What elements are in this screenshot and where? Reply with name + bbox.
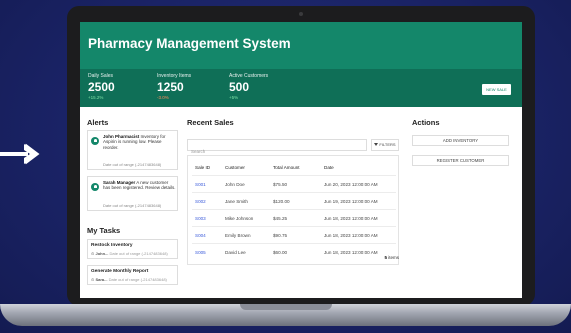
stat-change: -3.0% [157,95,169,100]
sale-amount: $60.00 [273,250,288,255]
app-screen: Pharmacy Management System Daily Sales 2… [80,22,522,298]
stat-label: Inventory Items [157,73,192,79]
tasks-title: My Tasks [87,226,121,235]
add-inventory-button[interactable]: ADD INVENTORY [412,135,509,146]
sale-date: Jun 18, 2023 12:00:00 AM [324,233,378,238]
alert-card[interactable]: Sarah Manager A new customer has been re… [87,176,178,211]
task-date: Date out of range (-2147483648) [108,277,167,282]
row-divider [192,175,396,176]
stat-inventory-items: Inventory Items 1250 -3.0% [157,73,191,100]
filters-button[interactable]: FILTERS [371,139,399,151]
alert-date: Date out of range (-2147483648) [103,162,162,167]
stat-value: 2500 [88,80,115,94]
row-divider [192,209,396,210]
stat-change: +5% [229,95,239,100]
column-header[interactable]: Sale ID [195,165,210,170]
sale-customer: Emily Brown [225,233,251,238]
filter-icon [374,143,379,147]
task-title: Generate Monthly Report [91,269,149,274]
stat-change: +15.2% [88,95,104,100]
row-divider [192,192,396,193]
arrow-right-icon [0,143,40,165]
stat-label: Active Customers [229,73,269,79]
register-customer-button[interactable]: REGISTER CUSTOMER [412,155,509,166]
sales-table: Sale ID Customer Total Amount Date S001 … [187,155,399,265]
sale-customer: John Doe [225,182,245,187]
sale-date: Jun 19, 2023 12:00:00 AM [324,199,378,204]
sale-customer: Mike Johnson [225,216,254,221]
sale-date: Jun 18, 2023 12:00:00 AM [324,216,378,221]
alert-author: Sarah Manager [103,180,136,185]
sale-customer: David Lee [225,250,246,255]
sale-amount: $45.25 [273,216,288,221]
sale-id-link[interactable]: S002 [195,199,206,204]
sale-id-link[interactable]: S004 [195,233,206,238]
sale-id-link[interactable]: S005 [195,250,206,255]
items-count-label: items [388,255,399,260]
task-card[interactable]: Generate Monthly Report ⊙ Sara... Date o… [87,265,178,285]
alert-text: John Pharmacist Inventory for Aspirin is… [103,134,176,150]
stat-active-customers: Active Customers 500 +5% [229,73,268,100]
sale-customer: Jane Smith [225,199,248,204]
sale-amount: $75.50 [273,182,288,187]
sale-date: Jun 20, 2023 12:00:00 AM [324,182,378,187]
laptop-base [0,304,571,326]
new-sale-button[interactable]: NEW SALE [482,84,511,95]
bell-icon [91,137,99,145]
app-title: Pharmacy Management System [88,36,291,51]
sale-id-link[interactable]: S003 [195,216,206,221]
recent-sales-title: Recent Sales [187,118,234,127]
actions-title: Actions [412,118,440,127]
stats-bar: Daily Sales 2500 +15.2% Inventory Items … [80,69,522,107]
task-assignee: John... [95,251,109,256]
column-header[interactable]: Customer [225,165,245,170]
column-header[interactable]: Date [324,165,334,170]
task-card[interactable]: Restock Inventory ⊙ John... Date out of … [87,239,178,259]
app-header: Pharmacy Management System [80,22,522,69]
task-meta: ⊙ John... Date out of range (-2147483648… [91,251,168,256]
task-title: Restock Inventory [91,243,133,248]
alerts-title: Alerts [87,118,109,127]
stat-value: 1250 [157,80,184,94]
alert-card[interactable]: John Pharmacist Inventory for Aspirin is… [87,130,178,170]
row-divider [192,243,396,244]
sale-id-link[interactable]: S001 [195,182,206,187]
bell-icon [91,183,99,191]
row-divider [192,226,396,227]
items-count-number: 5 [384,255,387,260]
stat-daily-sales: Daily Sales 2500 +15.2% [88,73,115,100]
search-box [187,139,367,157]
task-date: Date out of range (-2147483648) [109,251,168,256]
column-header[interactable]: Total Amount [273,165,300,170]
stat-label: Daily Sales [88,73,114,79]
task-assignee: Sara... [95,277,108,282]
task-meta: ⊙ Sara... Date out of range (-2147483648… [91,277,167,282]
sale-date: Jun 18, 2023 12:00:00 AM [324,250,378,255]
sale-amount: $120.00 [273,199,290,204]
sale-amount: $90.75 [273,233,288,238]
stat-value: 500 [229,80,250,94]
items-count: 5 items [384,255,399,260]
alert-date: Date out of range (-2147483648) [103,203,162,208]
alert-text: Sarah Manager A new customer has been re… [103,180,176,191]
laptop-notch [240,304,332,310]
filters-label: FILTERS [379,142,396,147]
camera-icon [299,12,303,16]
alert-author: John Pharmacist [103,134,140,139]
laptop-lid: Pharmacy Management System Daily Sales 2… [67,6,535,306]
